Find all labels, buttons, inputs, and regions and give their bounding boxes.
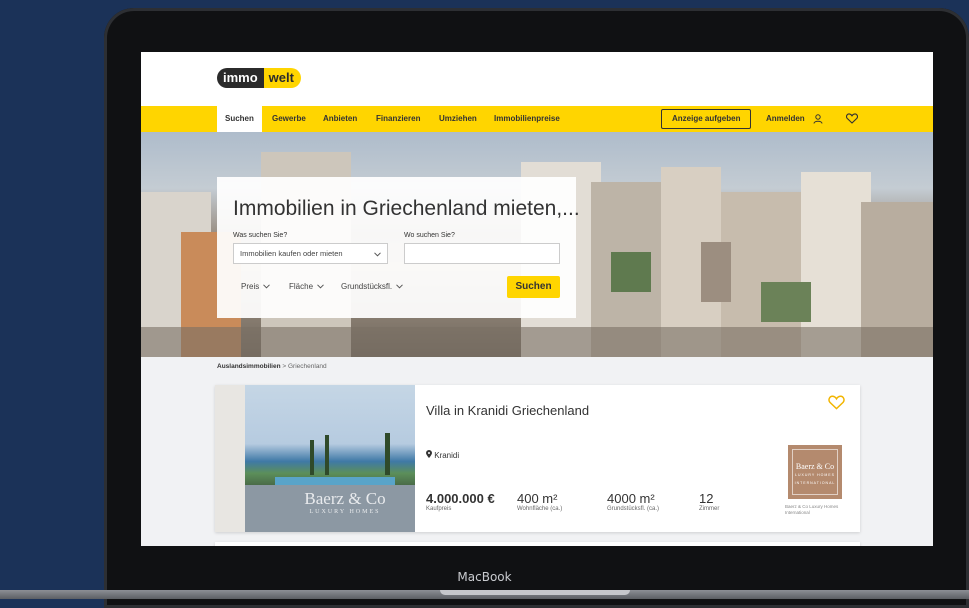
logo-right: welt — [263, 68, 301, 88]
property-type-select[interactable]: Immobilien kaufen oder mieten — [233, 243, 388, 264]
heart-icon[interactable] — [846, 113, 858, 124]
immowelt-logo[interactable]: immo welt — [217, 68, 301, 88]
search-heading: Immobilien in Griechenland mieten,... — [233, 197, 580, 220]
living-area-label: Wohnfläche (ca.) — [517, 506, 563, 512]
listing-location-text: Kranidi — [434, 451, 460, 460]
watermark-line1: Baerz & Co — [304, 489, 386, 508]
living-area: 400 m² — [517, 491, 558, 506]
browser-screen: immo welt Suchen Gewerbe Anbieten Finanz… — [141, 52, 933, 546]
nav-item-finanzieren[interactable]: Finanzieren — [376, 106, 420, 132]
listing-photo[interactable]: Baerz & Co LUXURY HOMES — [215, 385, 415, 532]
chevron-down-icon — [374, 252, 381, 257]
breadcrumb-current: Griechenland — [288, 363, 327, 370]
heart-icon[interactable] — [828, 395, 845, 410]
watermark-line2: LUXURY HOMES — [309, 509, 381, 515]
listing-card[interactable]: Baerz & Co LUXURY HOMES Villa in Kranidi… — [215, 385, 860, 532]
nav-item-gewerbe[interactable]: Gewerbe — [272, 106, 306, 132]
listing-price: 4.000.000 € — [426, 491, 495, 506]
search-panel: Immobilien in Griechenland mieten,... Wa… — [217, 177, 580, 318]
price-filter[interactable]: Preis — [241, 282, 271, 291]
plot-area: 4000 m² — [607, 491, 655, 506]
agent-logo[interactable]: Baerz & Co LUXURY HOMES INTERNATIONAL — [788, 445, 842, 499]
nav-item-immobilienpreise[interactable]: Immobilienpreise — [494, 106, 560, 132]
hero-image: Immobilien in Griechenland mieten,... Wa… — [141, 132, 933, 357]
plot-filter[interactable]: Grundstücksfl. — [341, 282, 404, 291]
rooms: 12 — [699, 491, 714, 506]
price-filter-label: Preis — [241, 282, 260, 291]
area-filter-label: Fläche — [289, 282, 314, 291]
nav-item-suchen[interactable]: Suchen — [217, 106, 262, 132]
chevron-down-icon — [317, 284, 325, 289]
price-label: Kaufpreis — [426, 506, 452, 512]
chevron-down-icon — [263, 284, 271, 289]
listing-card-next[interactable] — [215, 542, 860, 546]
property-type-value: Immobilien kaufen oder mieten — [240, 249, 343, 258]
device-label: MacBook — [457, 570, 512, 584]
what-label: Was suchen Sie? — [233, 232, 288, 239]
plot-area-label: Grundstücksfl. (ca.) — [607, 506, 660, 512]
listing-location: Kranidi — [426, 450, 459, 460]
agent-logo-line3: INTERNATIONAL — [794, 481, 836, 485]
agent-name: Baerz & Co Luxury Homes International — [785, 504, 839, 515]
location-input[interactable] — [404, 243, 560, 264]
agent-logo-line1: Baerz & Co — [795, 462, 835, 471]
breadcrumb-separator: > — [282, 363, 287, 370]
plot-filter-label: Grundstücksfl. — [341, 282, 393, 291]
where-label: Wo suchen Sie? — [404, 232, 455, 239]
main-nav: Suchen Gewerbe Anbieten Finanzieren Umzi… — [141, 106, 933, 132]
search-button[interactable]: Suchen — [507, 276, 560, 298]
breadcrumb: Auslandsimmobilien > Griechenland — [217, 363, 327, 370]
area-filter[interactable]: Fläche — [289, 282, 325, 291]
logo-left: immo — [217, 68, 264, 88]
login-link[interactable]: Anmelden — [766, 106, 823, 132]
laptop-notch — [440, 590, 630, 595]
nav-item-umziehen[interactable]: Umziehen — [439, 106, 477, 132]
login-label: Anmelden — [766, 114, 805, 123]
header: immo welt — [141, 52, 933, 106]
chevron-down-icon — [396, 284, 404, 289]
rooms-label: Zimmer — [699, 506, 720, 512]
nav-item-anbieten[interactable]: Anbieten — [323, 106, 357, 132]
photo-watermark: Baerz & Co LUXURY HOMES — [275, 489, 415, 515]
location-pin-icon — [426, 450, 432, 458]
post-ad-button[interactable]: Anzeige aufgeben — [661, 109, 752, 129]
agent-logo-line2: LUXURY HOMES — [795, 473, 835, 477]
breadcrumb-root[interactable]: Auslandsimmobilien — [217, 363, 281, 370]
user-icon — [813, 114, 823, 124]
listing-title[interactable]: Villa in Kranidi Griechenland — [426, 403, 589, 418]
